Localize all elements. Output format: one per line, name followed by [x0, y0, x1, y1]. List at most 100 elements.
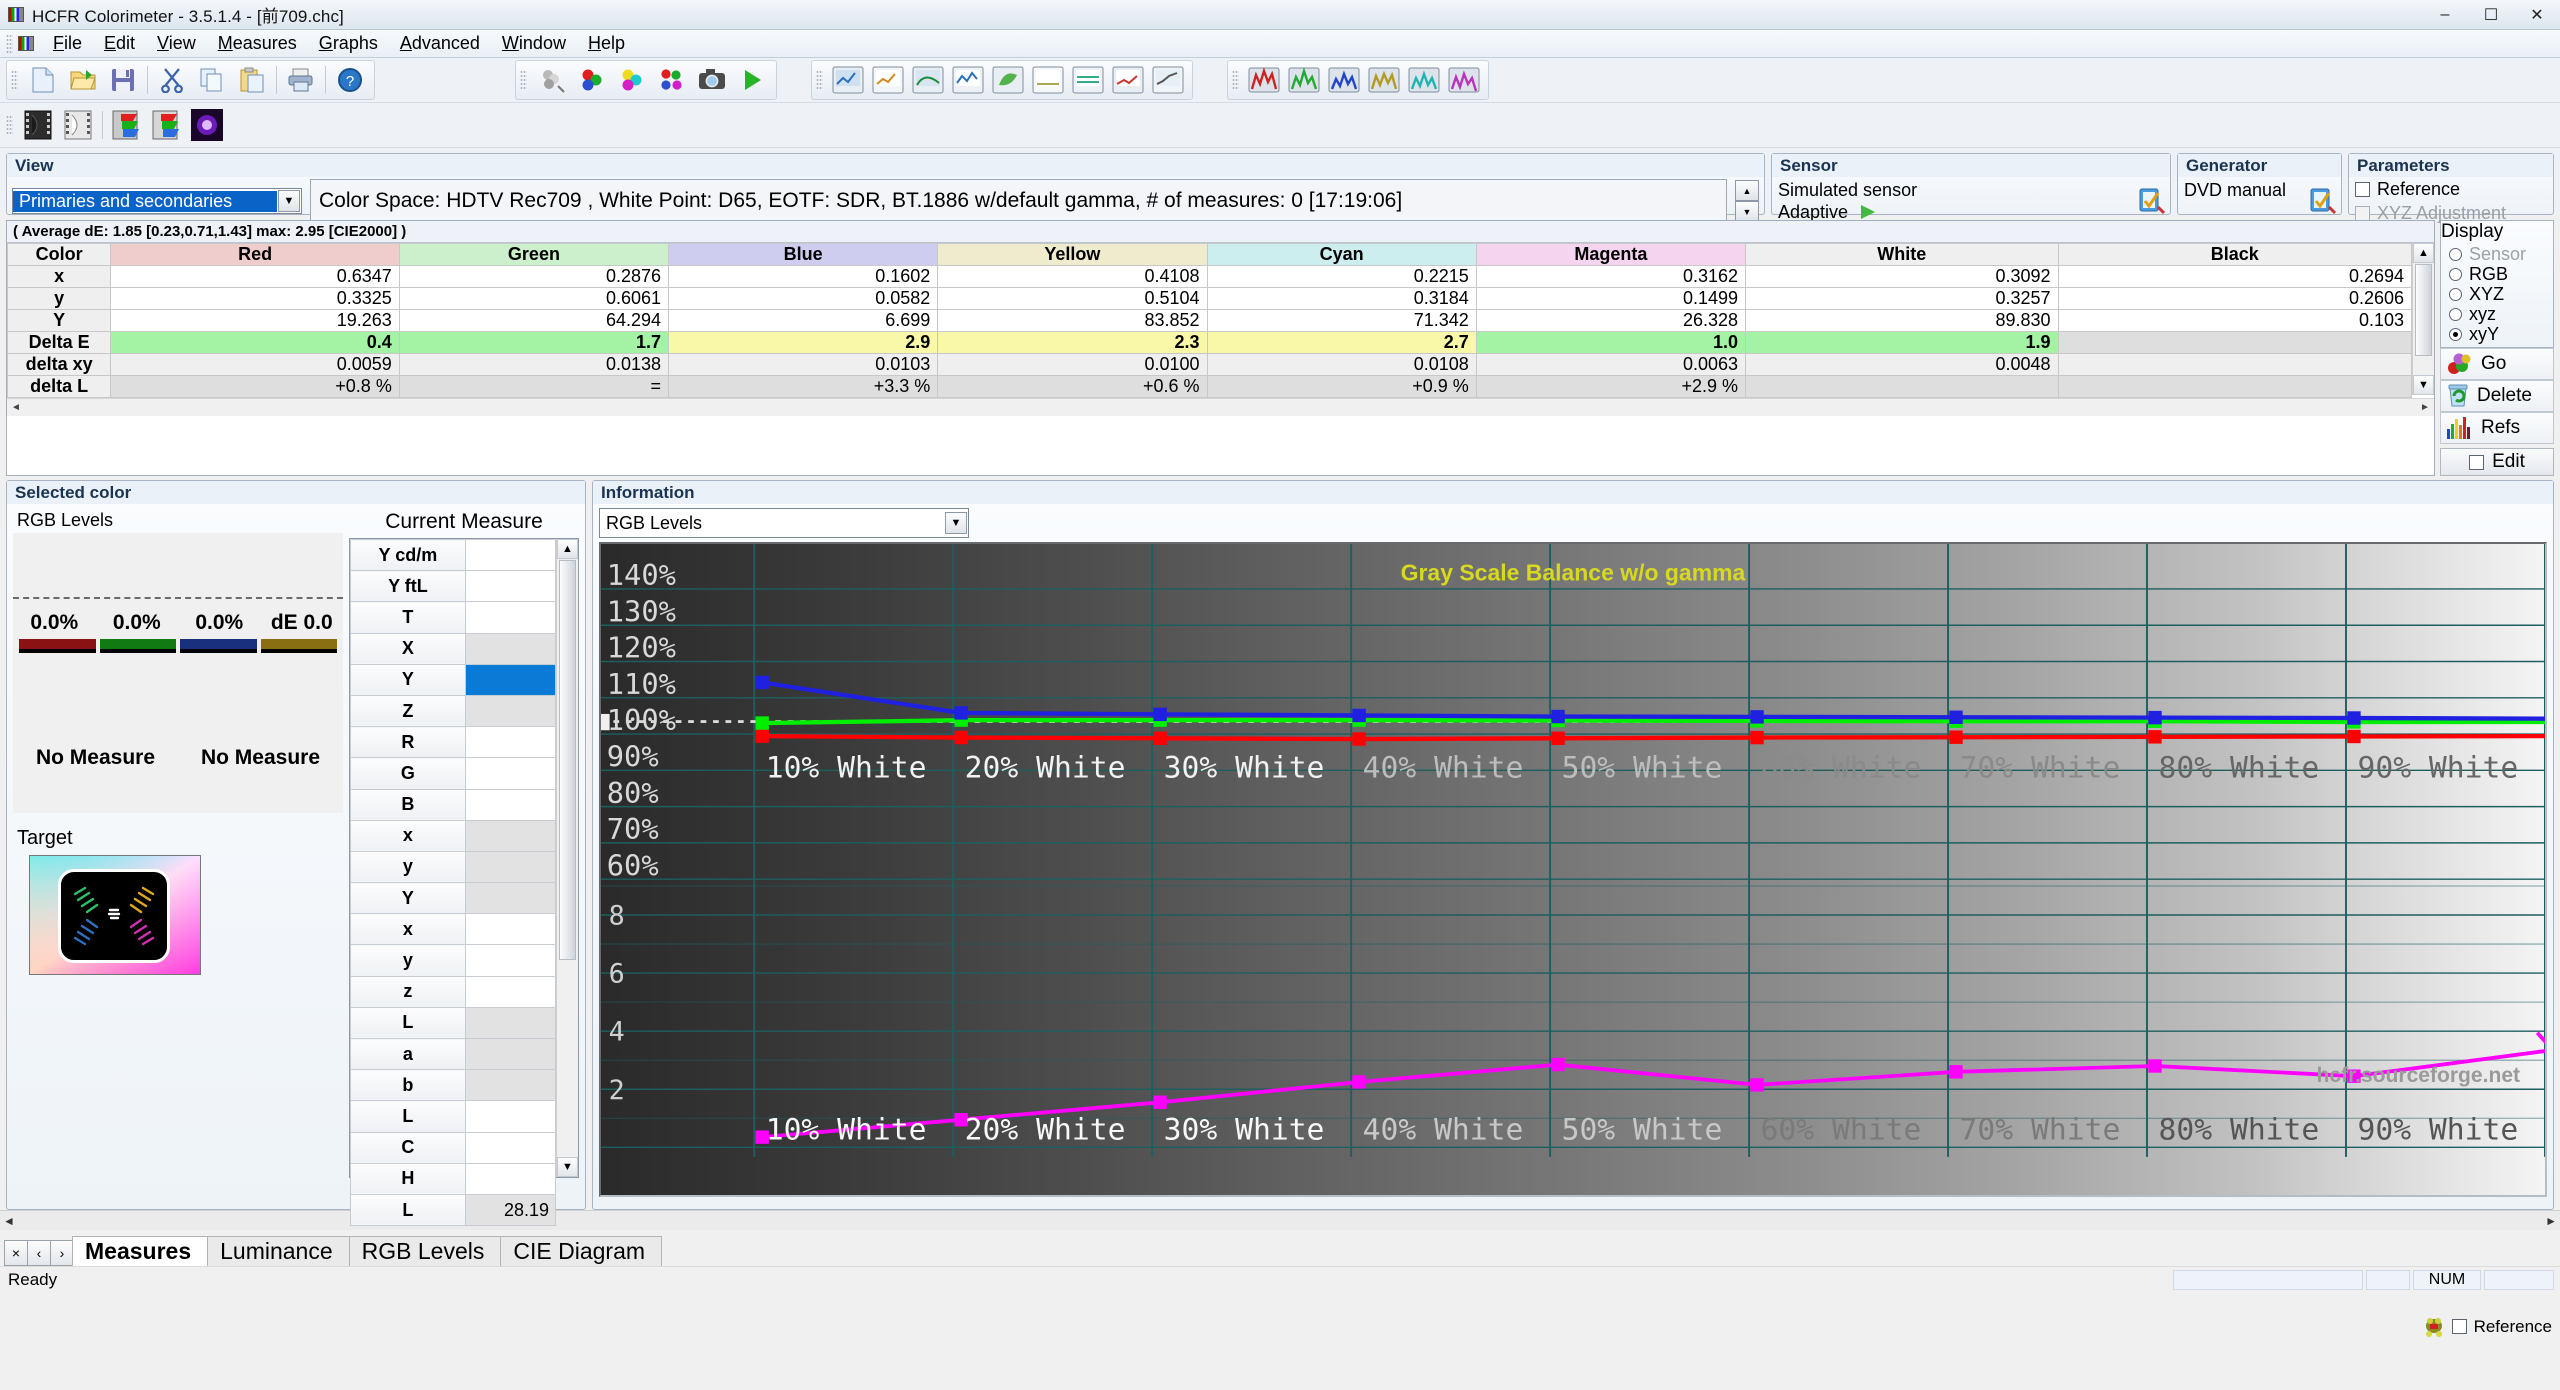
toolbar-grip-5[interactable]	[6, 115, 13, 135]
measure-value[interactable]	[464, 663, 557, 696]
help-icon[interactable]: ?	[330, 62, 370, 98]
window-controls[interactable]: – ☐ ✕	[2422, 0, 2560, 30]
measure-value[interactable]	[464, 944, 557, 977]
col-magenta[interactable]: Magenta	[1475, 243, 1747, 266]
scroll-up-icon[interactable]: ▲	[2413, 243, 2434, 263]
measure-row[interactable]: L	[350, 1006, 557, 1040]
graph8-icon[interactable]	[1108, 62, 1148, 98]
measure-row[interactable]: C	[350, 1131, 557, 1164]
measure-row[interactable]: x	[350, 819, 557, 852]
cut-icon[interactable]	[152, 62, 192, 98]
measure-row[interactable]: R	[350, 726, 557, 759]
rgbcmy-balls-icon[interactable]	[652, 62, 692, 98]
menu-item-graphs[interactable]: Graphs	[308, 30, 389, 57]
measure-value[interactable]	[464, 1162, 557, 1195]
tab-measures[interactable]: Measures	[72, 1236, 209, 1266]
graph9-icon[interactable]	[1148, 62, 1188, 98]
measure-value[interactable]	[464, 975, 557, 1008]
ref1-icon[interactable]	[1244, 62, 1284, 98]
measure-row[interactable]: G	[350, 757, 557, 790]
tab-next-button[interactable]: ›	[50, 1240, 74, 1266]
col-black[interactable]: Black	[2057, 243, 2413, 266]
col-yellow[interactable]: Yellow	[937, 243, 1208, 266]
graph1-icon[interactable]	[828, 62, 868, 98]
minimize-button[interactable]: –	[2422, 0, 2468, 30]
save-icon[interactable]	[103, 62, 143, 98]
close-button[interactable]: ✕	[2514, 0, 2560, 30]
measure-value[interactable]	[464, 1131, 557, 1164]
measure-value[interactable]	[464, 757, 557, 790]
menu-item-file[interactable]: File	[42, 30, 93, 57]
graph5-icon[interactable]	[988, 62, 1028, 98]
graph4-icon[interactable]	[948, 62, 988, 98]
measure-row[interactable]: L	[350, 1100, 557, 1133]
measure-value[interactable]	[464, 913, 557, 946]
scroll-up-icon[interactable]: ▲	[557, 539, 578, 559]
maximize-button[interactable]: ☐	[2468, 0, 2514, 30]
film-rgb2-icon[interactable]	[147, 107, 187, 143]
sensor-config-icon[interactable]	[2136, 187, 2166, 215]
menu-item-measures[interactable]: Measures	[207, 30, 308, 57]
measure-row[interactable]: H	[350, 1162, 557, 1195]
measure-row[interactable]: B	[350, 788, 557, 821]
spinner-up-icon[interactable]: ▲	[1735, 180, 1759, 201]
measure-value[interactable]	[464, 1069, 557, 1102]
frog-icon[interactable]	[2423, 1317, 2445, 1337]
go-button[interactable]: Go	[2440, 348, 2554, 380]
menubar-grip[interactable]	[6, 33, 13, 54]
edit-toggle[interactable]: Edit	[2440, 448, 2554, 476]
graph3-icon[interactable]	[908, 62, 948, 98]
ref3-icon[interactable]	[1324, 62, 1364, 98]
col-blue[interactable]: Blue	[668, 243, 939, 266]
tab-luminance[interactable]: Luminance	[207, 1236, 350, 1266]
toolbar-grip-2[interactable]	[520, 70, 527, 90]
open-icon[interactable]	[63, 62, 103, 98]
col-cyan[interactable]: Cyan	[1206, 243, 1477, 266]
measure-value[interactable]	[464, 570, 557, 603]
generator-config-icon[interactable]	[2307, 187, 2337, 215]
table-horizontal-scrollbar[interactable]: ◄ ►	[7, 398, 2434, 416]
measure-value[interactable]	[464, 726, 557, 759]
display-option-xyz[interactable]: XYZ	[2441, 284, 2553, 304]
sensor-play-icon[interactable]	[1858, 204, 1880, 220]
display-option-xyy[interactable]: xyY	[2441, 324, 2553, 344]
measure-row[interactable]: x	[350, 913, 557, 946]
rgb-balls-icon[interactable]	[572, 62, 612, 98]
target-swatch[interactable]	[29, 855, 201, 975]
measure-value[interactable]: 28.19	[464, 1193, 557, 1227]
measure-value[interactable]	[464, 882, 557, 915]
menu-item-window[interactable]: Window	[491, 30, 577, 57]
measure-row[interactable]: Y ftL	[350, 570, 557, 603]
cmy-balls-icon[interactable]	[612, 62, 652, 98]
toolbar-grip-1[interactable]	[11, 70, 18, 90]
measure-value[interactable]	[464, 1006, 557, 1040]
menu-item-edit[interactable]: Edit	[93, 30, 146, 57]
measure-row[interactable]: z	[350, 975, 557, 1008]
measure-row[interactable]: Z	[350, 694, 557, 728]
table-vertical-scrollbar[interactable]: ▲ ▼	[2412, 243, 2434, 395]
scroll-right-icon[interactable]: ►	[2416, 399, 2434, 416]
rgb-levels-chart[interactable]: 140% 130% 120% 110% 100% 90% 80% 70% 60% 8 6 4 2 Gray…	[599, 542, 2547, 1197]
measure-row[interactable]: b	[350, 1069, 557, 1102]
paste-icon[interactable]	[232, 62, 272, 98]
measure-scrollbar[interactable]: ▲ ▼	[556, 539, 578, 1177]
scrollbar-thumb[interactable]	[559, 560, 576, 960]
copy-icon[interactable]	[192, 62, 232, 98]
graph6-icon[interactable]	[1028, 62, 1068, 98]
col-red[interactable]: Red	[110, 243, 400, 266]
tab-rgb-levels[interactable]: RGB Levels	[348, 1236, 502, 1266]
scroll-down-icon[interactable]: ▼	[557, 1157, 578, 1177]
refs-button[interactable]: Refs	[2440, 412, 2554, 444]
scroll-down-icon[interactable]: ▼	[2413, 375, 2434, 395]
spinner-down-icon[interactable]: ▼	[1735, 201, 1759, 222]
film-rgb-icon[interactable]	[107, 107, 147, 143]
flare-icon[interactable]	[187, 107, 227, 143]
scrollbar-thumb[interactable]	[2415, 264, 2432, 356]
delete-button[interactable]: Delete	[2440, 380, 2554, 412]
graph2-icon[interactable]	[868, 62, 908, 98]
measure-value[interactable]	[464, 1037, 557, 1071]
tab-prev-button[interactable]: ‹	[27, 1240, 51, 1266]
new-icon[interactable]	[23, 62, 63, 98]
menu-item-advanced[interactable]: Advanced	[389, 30, 491, 57]
col-green[interactable]: Green	[398, 243, 670, 266]
